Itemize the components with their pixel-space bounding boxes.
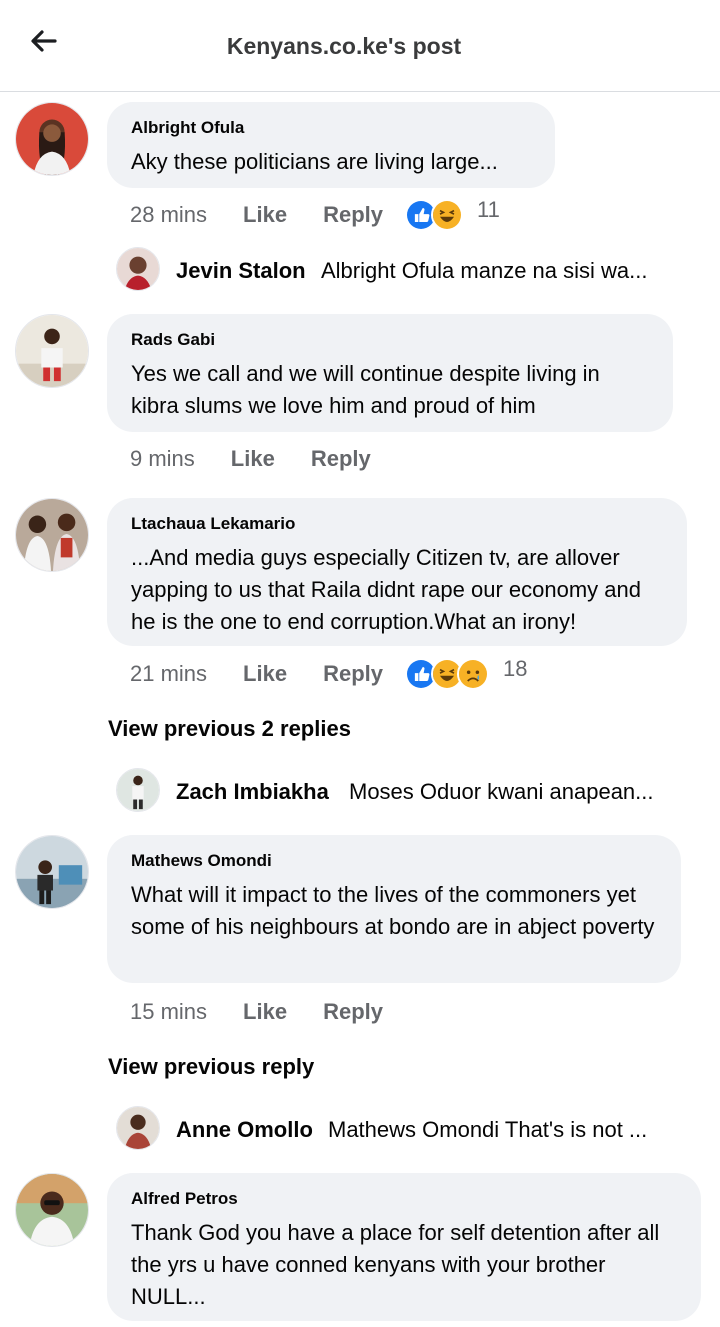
comment-bubble[interactable]: Rads Gabi Yes we call and we will contin…	[107, 314, 673, 432]
like-button[interactable]: Like	[231, 446, 275, 472]
view-previous-replies-link[interactable]: View previous 2 replies	[108, 716, 351, 742]
comment-author[interactable]: Ltachaua Lekamario	[131, 514, 663, 534]
avatar[interactable]	[15, 102, 89, 176]
reply-button[interactable]: Reply	[323, 202, 383, 228]
comment-meta: 28 mins Like Reply 11	[130, 197, 500, 231]
comment-text: Thank God you have a place for self dete…	[131, 1220, 660, 1309]
comment-text: Aky these politicians are living large..…	[131, 149, 498, 174]
comment-meta: 9 mins Like Reply	[130, 444, 371, 474]
comment-text: ...And media guys especially Citizen tv,…	[131, 545, 641, 634]
comment-author[interactable]: Mathews Omondi	[131, 851, 657, 871]
reply-text: Albright Ofula manze na sisi wa...	[321, 258, 648, 283]
comment-author[interactable]: Alfred Petros	[131, 1189, 677, 1209]
avatar[interactable]	[15, 498, 89, 572]
comment-bubble[interactable]: Albright Ofula Aky these politicians are…	[107, 102, 555, 188]
reactions-summary[interactable]: 18	[405, 656, 527, 690]
reply-author[interactable]: Jevin Stalon	[176, 258, 306, 284]
avatar[interactable]	[15, 835, 89, 909]
post-header: Kenyans.co.ke's post	[0, 0, 720, 92]
reply-author[interactable]: Anne Omollo	[176, 1117, 313, 1143]
comment-bubble[interactable]: Mathews Omondi What will it impact to th…	[107, 835, 681, 983]
comment-meta: 15 mins Like Reply	[130, 997, 383, 1027]
haha-reaction-icon	[431, 199, 463, 231]
reaction-count[interactable]: 18	[503, 656, 527, 682]
view-previous-reply-link[interactable]: View previous reply	[108, 1054, 314, 1080]
reply-button[interactable]: Reply	[323, 999, 383, 1025]
reply-text: Moses Oduor kwani anapean...	[349, 779, 654, 804]
avatar[interactable]	[15, 1173, 89, 1247]
comment-bubble[interactable]: Alfred Petros Thank God you have a place…	[107, 1173, 701, 1321]
reply-button[interactable]: Reply	[311, 446, 371, 472]
comment-time: 9 mins	[130, 446, 195, 471]
page-title: Kenyans.co.ke's post	[226, 33, 462, 59]
comment-author[interactable]: Rads Gabi	[131, 330, 649, 350]
comment-meta: 21 mins Like Reply 18	[130, 656, 527, 690]
avatar[interactable]	[15, 314, 89, 388]
comment-time: 15 mins	[130, 999, 208, 1024]
avatar[interactable]	[116, 247, 160, 291]
reaction-count[interactable]: 11	[477, 197, 500, 223]
comment-author[interactable]: Albright Ofula	[131, 118, 531, 138]
comment-time: 28 mins	[130, 202, 208, 227]
like-button[interactable]: Like	[243, 202, 287, 228]
comment-time: 21 mins	[130, 661, 208, 686]
like-button[interactable]: Like	[243, 661, 287, 687]
comment-text: What will it impact to the lives of the …	[131, 882, 655, 939]
reactions-summary[interactable]: 11	[405, 197, 500, 231]
sad-reaction-icon	[457, 658, 489, 690]
avatar[interactable]	[116, 1106, 160, 1150]
comment-bubble[interactable]: Ltachaua Lekamario ...And media guys esp…	[107, 498, 687, 646]
like-button[interactable]: Like	[243, 999, 287, 1025]
reply-author[interactable]: Zach Imbiakha	[176, 779, 329, 805]
comment-text: Yes we call and we will continue despite…	[131, 361, 600, 418]
reply-text: Mathews Omondi That's is not ...	[328, 1117, 648, 1142]
reply-button[interactable]: Reply	[323, 661, 383, 687]
avatar[interactable]	[116, 768, 160, 812]
